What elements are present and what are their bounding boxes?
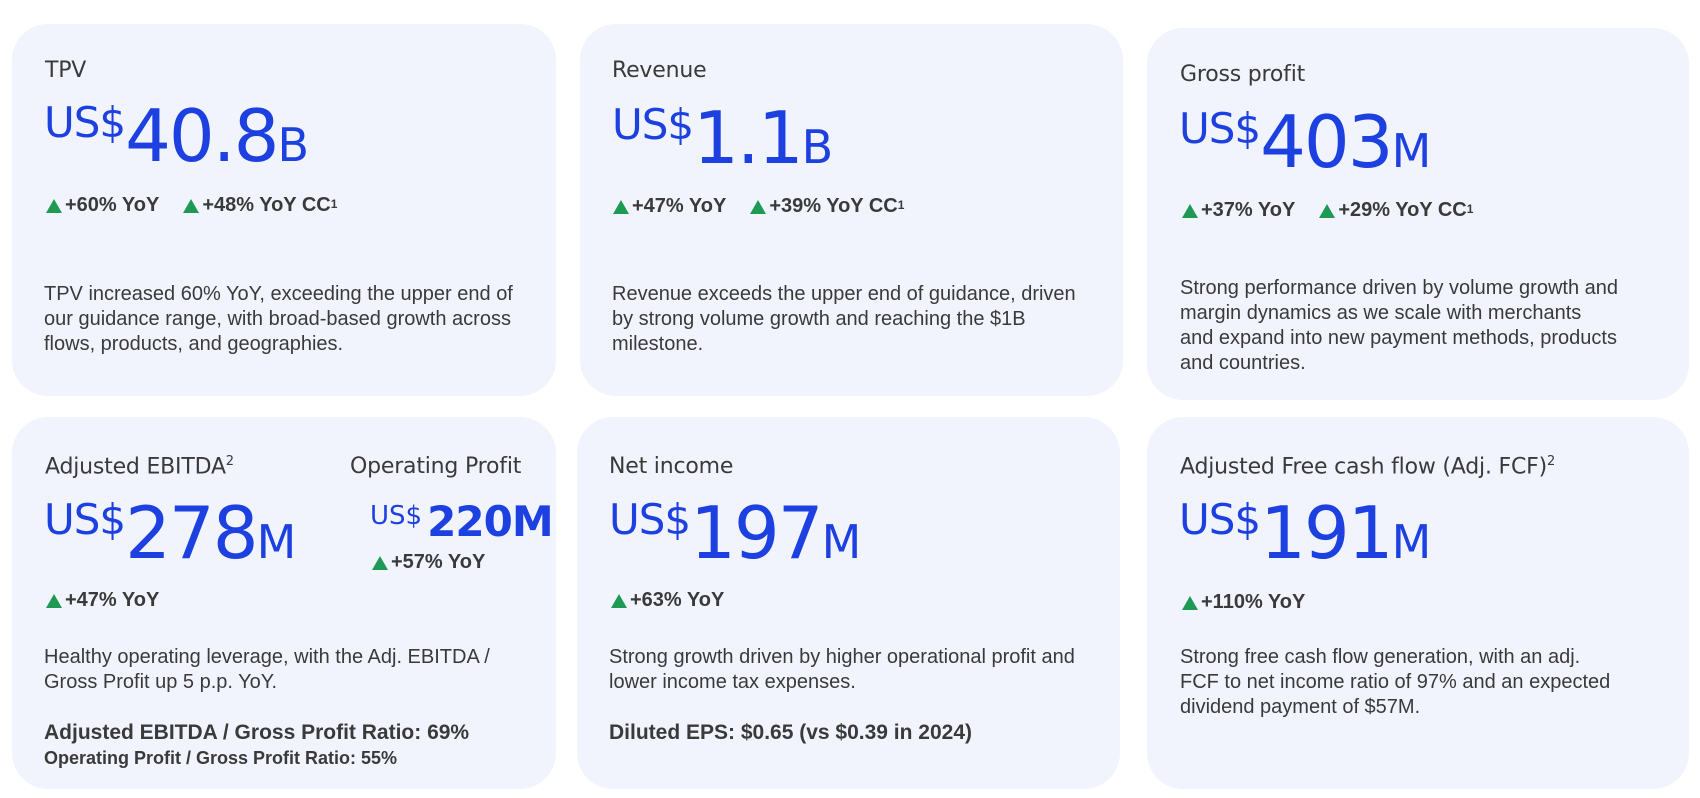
card-description: Strong performance driven by volume grow… (1180, 277, 1619, 374)
gross-profit-card: Gross profit US$403M +37% YoY +29% YoY C… (1147, 28, 1689, 400)
up-triangle-icon (611, 593, 627, 608)
growth-row: +47% YoY +39% YoY CC 1 (613, 195, 904, 218)
metric-value: US$191M (1179, 491, 1432, 575)
growth-row: +110% YoY (1182, 591, 1305, 614)
card-title: Net income (609, 454, 734, 479)
operating-profit-title: Operating Profit (350, 454, 522, 479)
growth-row: +37% YoY +29% YoY CC 1 (1182, 199, 1473, 222)
card-description: Healthy operating leverage, with the Adj… (44, 646, 490, 693)
metric-value: US$278M (44, 491, 297, 575)
card-title: Revenue (612, 58, 707, 83)
card-description: TPV increased 60% YoY, exceeding the upp… (44, 283, 513, 355)
card-title: Gross profit (1180, 62, 1306, 87)
revenue-card: Revenue US$1.1B +47% YoY +39% YoY CC 1 Re… (580, 24, 1123, 396)
metric-value: US$403M (1179, 100, 1432, 184)
card-title: Adjusted EBITDA2 (45, 454, 234, 480)
growth-row: +63% YoY (611, 589, 724, 612)
growth-row: +47% YoY (46, 589, 159, 612)
up-triangle-icon (613, 199, 629, 214)
metric-value: US$1.1B (612, 96, 834, 180)
metric-value: US$40.8B (44, 94, 309, 178)
up-triangle-icon (372, 555, 388, 570)
ebitda-ratio: Adjusted EBITDA / Gross Profit Ratio: 69… (44, 721, 470, 744)
card-description: Strong growth driven by higher operation… (609, 646, 1075, 693)
metric-value: US$197M (609, 491, 862, 575)
operating-profit-value: US$ 220M (370, 497, 554, 546)
operating-profit-growth: +57% YoY (372, 551, 485, 574)
up-triangle-icon (183, 198, 200, 213)
diluted-eps: Diluted EPS: $0.65 (vs $0.39 in 2024) (609, 721, 973, 744)
growth-row: +60% YoY +48% YoY CC 1 (46, 194, 337, 217)
up-triangle-icon (1319, 203, 1336, 218)
up-triangle-icon (1182, 203, 1198, 218)
up-triangle-icon (46, 593, 62, 608)
tpv-card: TPV US$40.8B +60% YoY +48% YoY CC 1 TPV i… (12, 24, 556, 396)
card-title: Adjusted Free cash flow (Adj. FCF)2 (1180, 454, 1556, 480)
up-triangle-icon (1182, 595, 1198, 610)
adjusted-fcf-card: Adjusted Free cash flow (Adj. FCF)2 US$1… (1147, 417, 1689, 789)
operating-profit-ratio: Operating Profit / Gross Profit Ratio: 5… (44, 748, 398, 768)
up-triangle-icon (46, 198, 62, 213)
card-description: Revenue exceeds the upper end of guidanc… (612, 283, 1076, 355)
card-title: TPV (45, 58, 87, 83)
net-income-card: Net income US$197M +63% YoY Strong growt… (577, 417, 1120, 789)
adjusted-ebitda-card: Adjusted EBITDA2 US$278M Operating Profi… (12, 417, 556, 789)
card-description: Strong free cash flow generation, with a… (1180, 646, 1611, 718)
up-triangle-icon (750, 199, 767, 214)
